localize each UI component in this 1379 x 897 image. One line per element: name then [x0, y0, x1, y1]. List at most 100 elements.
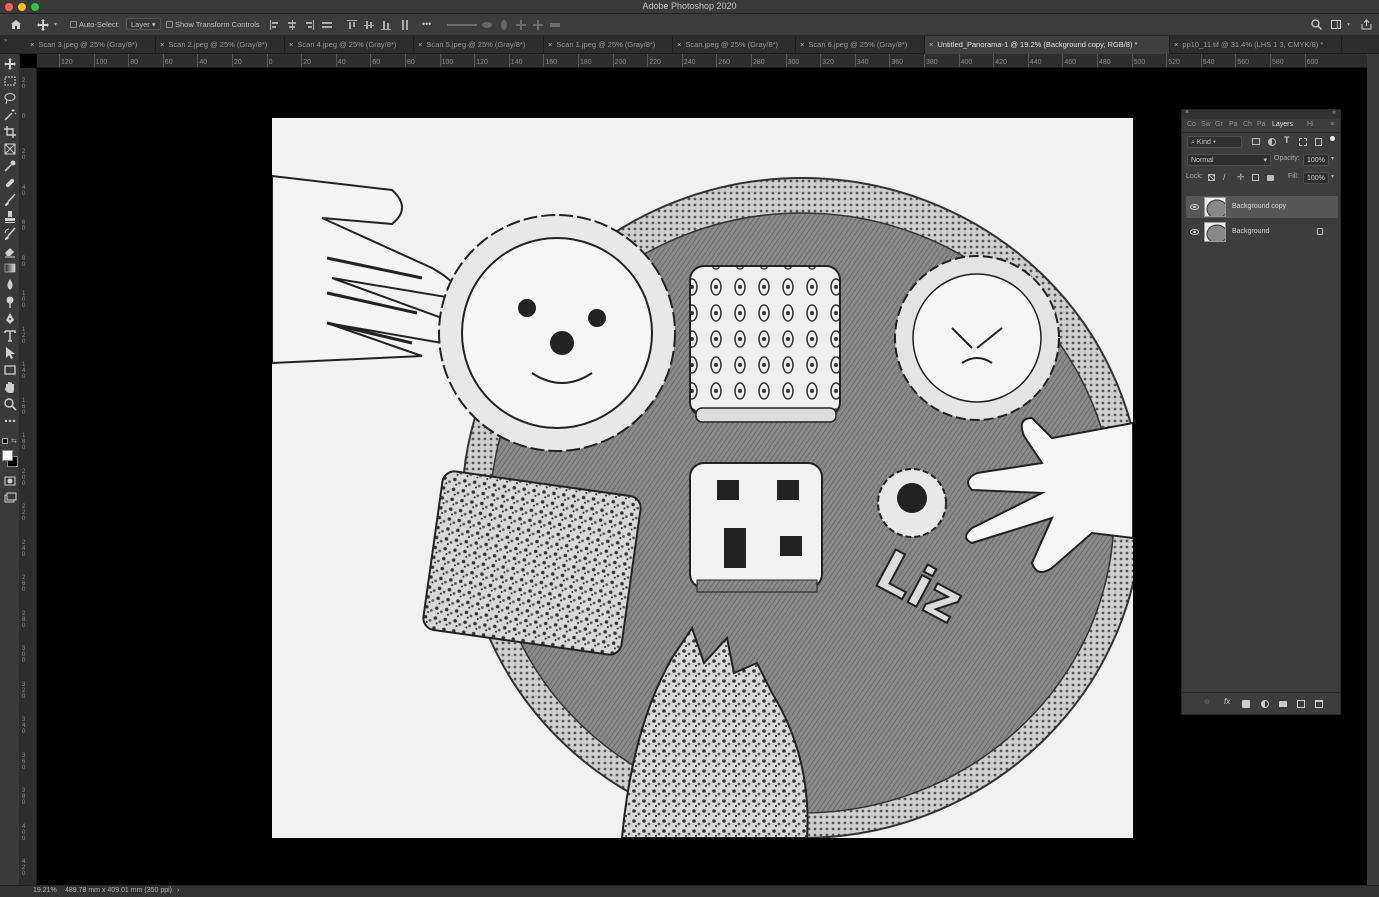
pen-tool-icon[interactable]	[3, 312, 17, 326]
pixel-filter-icon[interactable]	[1252, 138, 1260, 145]
marquee-tool-icon[interactable]	[3, 74, 17, 88]
zoom-level[interactable]: 19.21%	[33, 887, 57, 894]
status-menu-icon[interactable]: ›	[177, 887, 179, 894]
foreground-color-swatch[interactable]	[2, 450, 13, 461]
zoom-tool-icon[interactable]	[3, 397, 17, 411]
align-middle-icon[interactable]	[364, 20, 374, 30]
drag-3d-icon[interactable]	[516, 20, 526, 30]
swap-colors-icon[interactable]: ⇆	[11, 437, 17, 445]
show-transform-controls-checkbox[interactable]: Show Transform Controls	[166, 18, 260, 32]
tab-close-icon[interactable]: ×	[800, 40, 804, 49]
move-tool-icon[interactable]	[37, 19, 49, 31]
history-brush-tool-icon[interactable]	[3, 227, 17, 241]
opacity-input[interactable]: 100%	[1303, 154, 1329, 166]
panel-menu-icon[interactable]: ≡	[1330, 121, 1334, 128]
tab-layers[interactable]: Layers	[1272, 121, 1293, 128]
tab-color[interactable]: Co	[1187, 121, 1196, 128]
distribute-icon[interactable]	[322, 20, 332, 30]
workspace-chevron-icon[interactable]: ▾	[1347, 18, 1350, 32]
tab-close-icon[interactable]: ×	[289, 40, 293, 49]
blend-mode-dropdown[interactable]: Normal ▾	[1187, 154, 1271, 166]
gradient-tool-icon[interactable]	[3, 261, 17, 275]
align-left-icon[interactable]	[270, 20, 280, 30]
3d-mode-icon[interactable]	[447, 20, 477, 30]
smart-object-filter-icon[interactable]	[1315, 138, 1322, 146]
lock-move-icon[interactable]: ✛	[1237, 172, 1245, 183]
opacity-chevron-icon[interactable]: ▾	[1331, 155, 1334, 162]
tab-close-icon[interactable]: ×	[677, 40, 681, 49]
rotate-3d-icon[interactable]	[482, 20, 492, 30]
tab-gradients[interactable]: Gr	[1215, 121, 1223, 128]
healing-brush-tool-icon[interactable]	[3, 176, 17, 190]
canvas-area[interactable]: Liz	[37, 69, 1367, 885]
clone-stamp-tool-icon[interactable]	[3, 210, 17, 224]
edit-toolbar-icon[interactable]	[3, 414, 17, 428]
hand-tool-icon[interactable]	[3, 380, 17, 394]
add-mask-icon[interactable]	[1242, 700, 1250, 708]
path-selection-tool-icon[interactable]	[3, 346, 17, 360]
search-icon[interactable]	[1311, 19, 1322, 30]
fill-input[interactable]: 100%	[1303, 172, 1329, 184]
share-icon[interactable]	[1361, 19, 1372, 30]
tab-swatches[interactable]: Sw	[1201, 121, 1211, 128]
toolbar-collapse-icon[interactable]: »	[4, 38, 7, 44]
crop-tool-icon[interactable]	[3, 125, 17, 139]
tab-paths[interactable]: Pa	[1257, 121, 1266, 128]
auto-select-checkbox[interactable]: Auto-Select:	[70, 18, 120, 32]
home-icon[interactable]	[10, 19, 22, 30]
visibility-eye-icon[interactable]	[1190, 229, 1199, 235]
panel-header[interactable]: × «	[1182, 109, 1340, 119]
right-scroll-strip[interactable]	[1367, 54, 1379, 885]
filter-toggle-icon[interactable]	[1330, 136, 1335, 141]
tab-close-icon[interactable]: ×	[548, 40, 552, 49]
align-top-icon[interactable]	[347, 20, 357, 30]
roll-3d-icon[interactable]	[499, 20, 509, 30]
document-tab[interactable]: × Scan 3.jpeg @ 25% (Gray/8*)	[26, 36, 156, 54]
blur-tool-icon[interactable]	[3, 278, 17, 292]
auto-select-dropdown[interactable]: Layer ▾	[126, 18, 161, 32]
document-tab[interactable]: × Scan.jpeg @ 25% (Gray/8*)	[673, 36, 796, 54]
new-layer-icon[interactable]	[1297, 700, 1305, 708]
screen-mode-icon[interactable]	[3, 491, 17, 505]
rectangle-tool-icon[interactable]	[3, 363, 17, 377]
align-right-icon[interactable]	[304, 20, 314, 30]
panel-close-icon[interactable]: ×	[1185, 109, 1189, 116]
layer-row-background-copy[interactable]: Background copy	[1186, 196, 1338, 218]
panel-collapse-icon[interactable]: «	[1332, 109, 1336, 116]
layer-row-background[interactable]: Background	[1186, 221, 1338, 243]
lock-all-icon[interactable]	[1267, 175, 1274, 181]
document-tab[interactable]: × pp10_11.tif @ 31.4% (LHS 1 3, CMYK/8) *	[1170, 36, 1342, 54]
shape-filter-icon[interactable]	[1299, 138, 1307, 146]
tab-channels[interactable]: Ch	[1243, 121, 1252, 128]
document-tab[interactable]: × Scan 6.jpeg @ 25% (Gray/8*)	[796, 36, 925, 54]
default-colors-icon[interactable]	[2, 438, 8, 444]
fill-chevron-icon[interactable]: ▾	[1331, 173, 1334, 180]
tab-close-icon[interactable]: ×	[160, 40, 164, 49]
lock-artboard-icon[interactable]	[1252, 174, 1259, 181]
new-group-icon[interactable]	[1279, 701, 1287, 707]
magic-wand-tool-icon[interactable]	[3, 108, 17, 122]
document-tab-active[interactable]: × Untitled_Panorama-1 @ 19.2% (Background…	[925, 36, 1170, 54]
lock-transparent-icon[interactable]	[1208, 174, 1215, 181]
quick-mask-icon[interactable]	[3, 474, 17, 488]
frame-tool-icon[interactable]	[3, 142, 17, 156]
distribute-vertical-icon[interactable]	[400, 20, 410, 30]
adjustment-filter-icon[interactable]	[1268, 138, 1276, 146]
kind-filter-dropdown[interactable]: ⌕ Kind ▾	[1187, 136, 1242, 148]
workspace-icon[interactable]	[1331, 20, 1342, 30]
document-tab[interactable]: × Scan 5.jpeg @ 25% (Gray/8*)	[414, 36, 544, 54]
tab-close-icon[interactable]: ×	[929, 40, 933, 49]
lasso-tool-icon[interactable]	[3, 91, 17, 105]
chevron-down-icon[interactable]: ▾	[54, 18, 57, 32]
document-tab[interactable]: × Scan 1.jpeg @ 25% (Gray/8*)	[544, 36, 673, 54]
eyedropper-tool-icon[interactable]	[3, 159, 17, 173]
scale-3d-icon[interactable]	[550, 20, 560, 30]
more-options-button[interactable]: •••	[422, 17, 431, 31]
type-filter-icon[interactable]: T	[1284, 135, 1290, 145]
align-center-icon[interactable]	[287, 20, 297, 30]
link-layers-icon[interactable]: ⊝	[1204, 698, 1210, 706]
tab-history[interactable]: Hi	[1307, 121, 1314, 128]
align-bottom-icon[interactable]	[381, 20, 391, 30]
slide-3d-icon[interactable]	[533, 20, 543, 30]
brush-tool-icon[interactable]	[3, 193, 17, 207]
